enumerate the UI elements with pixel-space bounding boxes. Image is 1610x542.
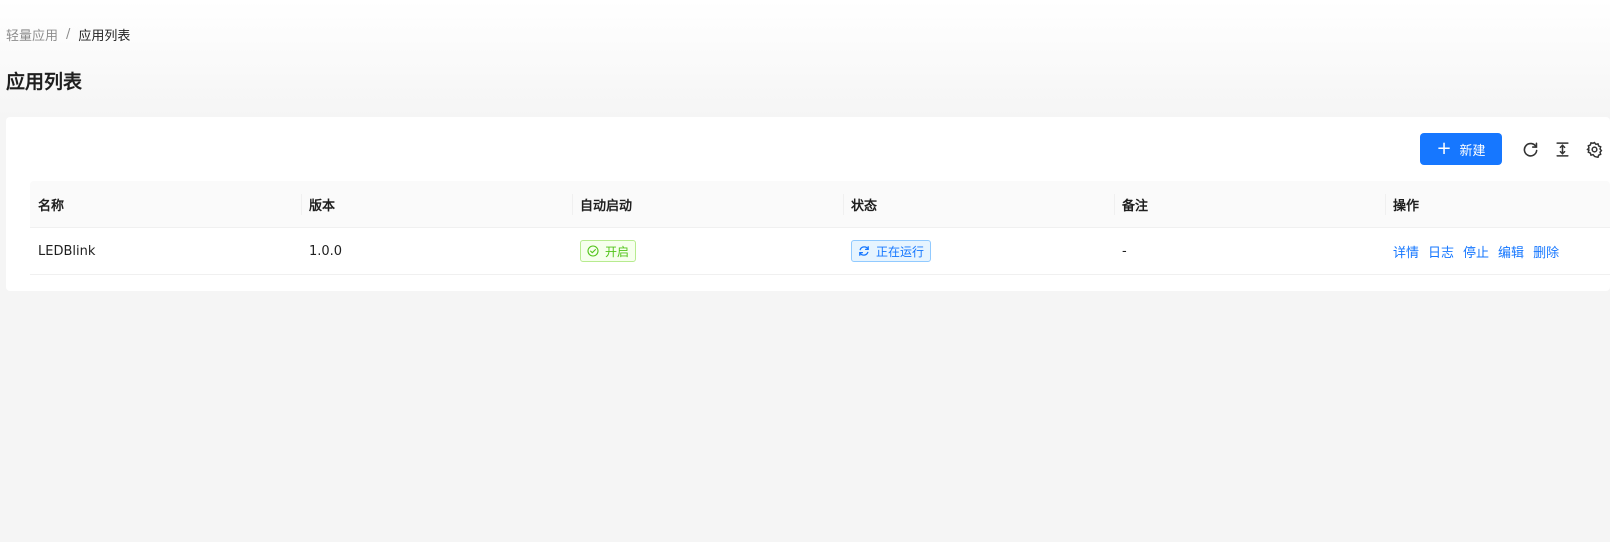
cell-app-version: 1.0.0: [309, 243, 343, 259]
check-circle-icon: [587, 245, 599, 257]
plus-icon: +: [1436, 138, 1452, 159]
column-header-status: 状态: [843, 181, 1114, 228]
stop-link[interactable]: 停止: [1463, 242, 1489, 261]
cell-status: 正在运行: [843, 228, 1114, 274]
app-list-card: + 新建 名称 版本 自动启动 状态 备注 操作 LEDBlink 1.0.0 …: [6, 117, 1610, 291]
breadcrumb-current: 应用列表: [78, 28, 131, 44]
edit-link[interactable]: 编辑: [1498, 242, 1524, 261]
app-table: 名称 版本 自动启动 状态 备注 操作 LEDBlink 1.0.0 开启 正在…: [30, 181, 1610, 275]
status-badge-label: 正在运行: [876, 244, 925, 259]
column-height-icon[interactable]: [1546, 133, 1578, 165]
column-header-remark: 备注: [1114, 181, 1385, 228]
logs-link[interactable]: 日志: [1428, 242, 1454, 261]
column-header-autostart: 自动启动: [572, 181, 843, 228]
breadcrumb: 轻量应用 / 应用列表: [6, 24, 130, 44]
details-link[interactable]: 详情: [1393, 242, 1419, 261]
new-app-button-label: 新建: [1459, 143, 1486, 159]
delete-link[interactable]: 删除: [1533, 242, 1559, 261]
page-title: 应用列表: [6, 71, 83, 93]
status-badge: 正在运行: [851, 240, 932, 262]
cell-app-name: LEDBlink: [38, 243, 96, 259]
table-toolbar: + 新建: [1420, 133, 1610, 165]
autostart-tag-label: 开启: [605, 244, 630, 259]
breadcrumb-link-lightweight-apps[interactable]: 轻量应用: [6, 25, 58, 44]
sync-spin-icon: [859, 246, 869, 256]
reload-icon[interactable]: [1514, 133, 1546, 165]
page-header-background: [0, 0, 1610, 117]
cell-remark: -: [1122, 243, 1127, 259]
table-header: 名称 版本 自动启动 状态 备注 操作: [30, 181, 1610, 228]
cell-actions: 详情 日志 停止 编辑 删除: [1385, 228, 1610, 274]
column-header-name: 名称: [38, 199, 65, 214]
breadcrumb-separator: /: [66, 26, 71, 42]
table-row: LEDBlink 1.0.0 开启 正在运行 - 详情 日志 停止 编辑 删除: [30, 228, 1610, 275]
new-app-button[interactable]: + 新建: [1420, 133, 1502, 165]
cell-autostart: 开启: [572, 228, 843, 274]
setting-icon[interactable]: [1578, 133, 1610, 165]
autostart-tag: 开启: [580, 240, 637, 262]
column-header-actions: 操作: [1385, 181, 1610, 228]
column-header-version: 版本: [301, 181, 572, 228]
